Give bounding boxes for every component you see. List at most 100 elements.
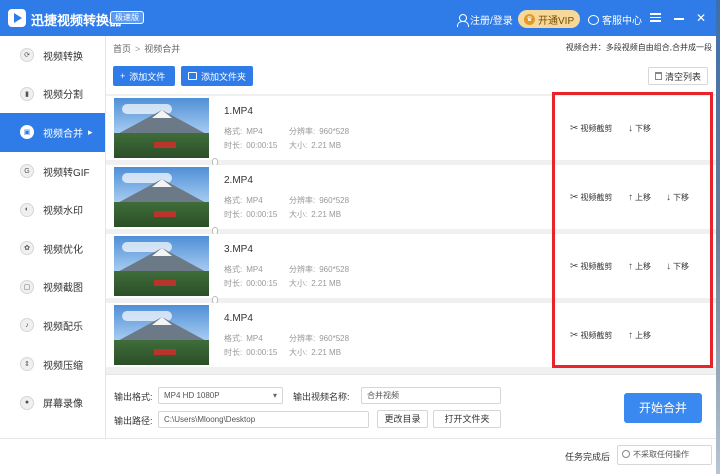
service-button[interactable]: 客服中心 — [588, 12, 642, 27]
split-icon: ▮ — [20, 86, 34, 101]
move-down-button[interactable]: ↓ 下移 — [628, 123, 651, 134]
file-duration: 时长: 00:00:15 — [224, 141, 278, 150]
file-size: 大小: 2.21 MB — [289, 279, 342, 288]
service-label: 客服中心 — [602, 16, 642, 27]
login-label: 注册/登录 — [470, 16, 513, 27]
sidebar-item-optimize[interactable]: ✿ 视频优化 — [0, 229, 105, 268]
move-down-button[interactable]: ↓ 下移 — [666, 192, 689, 203]
output-name-label: 输出视频名称: — [293, 392, 350, 402]
file-row[interactable]: 3.MP4 格式: MP4 分辨率: 960*528 时长: 00:00:15 大小:… — [106, 234, 716, 298]
file-row[interactable]: 1.MP4 格式: MP4 分辨率: 960*528 时长: 00:00:15 大小:… — [106, 96, 716, 160]
sidebar-item-record[interactable]: ● 屏幕录像 — [0, 383, 105, 422]
file-size: 大小: 2.21 MB — [289, 210, 342, 219]
trim-button[interactable]: ✂ 视频截剪 — [570, 261, 612, 272]
output-name-input[interactable]: 合并视频 — [361, 387, 501, 404]
record-icon: ● — [20, 395, 34, 410]
plus-icon: + — [120, 71, 126, 81]
file-size: 大小: 2.21 MB — [289, 348, 342, 357]
optimize-icon: ✿ — [20, 241, 34, 256]
sidebar-item-convert[interactable]: ⟳ 视频转换 — [0, 36, 105, 75]
file-row[interactable]: 4.MP4 格式: MP4 分辨率: 960*528 时长: 00:00:15 大小:… — [106, 303, 716, 367]
add-folder-label: 添加文件夹 — [200, 71, 246, 82]
edition-badge: 极速版 — [110, 11, 144, 24]
vip-label: 开通VIP — [538, 15, 575, 27]
add-file-button[interactable]: + 添加文件 — [113, 66, 175, 86]
trim-button[interactable]: ✂ 视频截剪 — [570, 123, 612, 134]
clear-list-button[interactable]: 清空列表 — [647, 67, 708, 85]
file-name: 2.MP4 — [224, 175, 253, 186]
move-up-button[interactable]: ↑ 上移 — [628, 192, 651, 203]
watermark-icon: ◐ — [20, 202, 34, 217]
login-button[interactable]: 注册/登录 — [457, 12, 513, 27]
file-name: 4.MP4 — [224, 313, 253, 324]
screenshot-icon: ▢ — [20, 279, 34, 294]
add-folder-button[interactable]: 添加文件夹 — [181, 66, 253, 86]
file-duration: 时长: 00:00:15 — [224, 279, 278, 288]
start-merge-button[interactable]: 开始合并 — [624, 393, 702, 423]
sidebar: ⟳ 视频转换 ▮ 视频分割 ▣ 视频合并 ▸ G 视频转GIF ◐ 视频水印 ✿… — [0, 36, 106, 438]
trim-button[interactable]: ✂ 视频截剪 — [570, 192, 612, 203]
output-path-input[interactable]: C:\Users\Mloong\Desktop — [158, 411, 369, 428]
file-format: 格式: MP4 — [224, 334, 263, 343]
move-up-button[interactable]: ↑ 上移 — [628, 330, 651, 341]
video-thumbnail — [114, 167, 209, 227]
breadcrumb: 首页 > 视频合并 — [113, 42, 180, 55]
output-format-select[interactable]: MP4 HD 1080P ▾ — [158, 387, 283, 404]
sidebar-item-merge[interactable]: ▣ 视频合并 ▸ — [0, 113, 105, 152]
chevron-down-icon: ▾ — [272, 391, 277, 400]
open-folder-button[interactable]: 打开文件夹 — [433, 410, 501, 428]
task-done-select[interactable]: 不采取任何操作 — [617, 445, 712, 465]
arrow-up-icon: ↑ — [628, 261, 633, 272]
sidebar-item-screenshot[interactable]: ▢ 视频截图 — [0, 268, 105, 307]
app-window: 迅捷视频转换器 极速版 注册/登录 ♛ 开通VIP 客服中心 ✕ ⟳ 视频转换 … — [0, 0, 716, 474]
file-format: 格式: MP4 — [224, 127, 263, 136]
app-logo-icon — [8, 9, 26, 27]
sidebar-item-label: 视频转GIF — [43, 167, 90, 179]
video-thumbnail — [114, 305, 209, 365]
chat-icon — [588, 14, 599, 25]
scissors-icon: ✂ — [570, 123, 579, 134]
active-arrow-icon: ▸ — [88, 126, 93, 137]
breadcrumb-separator: > — [135, 44, 141, 54]
sidebar-item-gif[interactable]: G 视频转GIF — [0, 152, 105, 191]
minimize-icon[interactable] — [672, 11, 686, 25]
close-icon[interactable]: ✕ — [694, 11, 708, 25]
change-dir-button[interactable]: 更改目录 — [377, 410, 428, 428]
sidebar-item-label: 视频配乐 — [43, 321, 83, 333]
arrow-down-icon: ↓ — [628, 123, 633, 134]
merge-icon: ▣ — [20, 125, 34, 140]
output-format-label: 输出格式: — [114, 392, 153, 402]
scissors-icon: ✂ — [570, 192, 579, 203]
sidebar-item-watermark[interactable]: ◐ 视频水印 — [0, 190, 105, 229]
sidebar-item-split[interactable]: ▮ 视频分割 — [0, 75, 105, 114]
output-path-label: 输出路径: — [114, 416, 153, 426]
status-bar: 任务完成后 不采取任何操作 — [0, 438, 716, 474]
sidebar-item-label: 视频压缩 — [43, 360, 83, 372]
move-up-button[interactable]: ↑ 上移 — [628, 261, 651, 272]
sidebar-item-compress[interactable]: ⇕ 视频压缩 — [0, 345, 105, 384]
music-icon: ♪ — [20, 318, 34, 333]
file-resolution: 分辨率: 960*528 — [289, 334, 350, 343]
scissors-icon: ✂ — [570, 261, 579, 272]
vip-button[interactable]: ♛ 开通VIP — [518, 10, 581, 28]
file-row[interactable]: 2.MP4 格式: MP4 分辨率: 960*528 时长: 00:00:15 大小:… — [106, 165, 716, 229]
folder-icon — [188, 72, 197, 80]
output-settings: 输出格式: MP4 HD 1080P ▾ 输出视频名称: 合并视频 输出路径: … — [106, 374, 716, 438]
sidebar-item-label: 视频分割 — [43, 90, 83, 102]
file-resolution: 分辨率: 960*528 — [289, 127, 350, 136]
file-format: 格式: MP4 — [224, 265, 263, 274]
trim-button[interactable]: ✂ 视频截剪 — [570, 330, 612, 341]
breadcrumb-home[interactable]: 首页 — [113, 44, 131, 54]
sidebar-item-label: 视频合并 — [43, 128, 83, 140]
sidebar-item-music[interactable]: ♪ 视频配乐 — [0, 306, 105, 345]
trash-icon — [654, 72, 662, 80]
feature-hint: 视频合并：多段视频自由组合,合并成一段 — [565, 43, 712, 52]
move-down-button[interactable]: ↓ 下移 — [666, 261, 689, 272]
desktop-edge — [716, 0, 720, 474]
refresh-icon: ⟳ — [20, 48, 34, 63]
crown-icon: ♛ — [524, 13, 535, 25]
menu-icon[interactable] — [648, 11, 662, 25]
file-duration: 时长: 00:00:15 — [224, 210, 278, 219]
app-title: 迅捷视频转换器 — [31, 13, 123, 28]
arrow-down-icon: ↓ — [666, 192, 671, 203]
